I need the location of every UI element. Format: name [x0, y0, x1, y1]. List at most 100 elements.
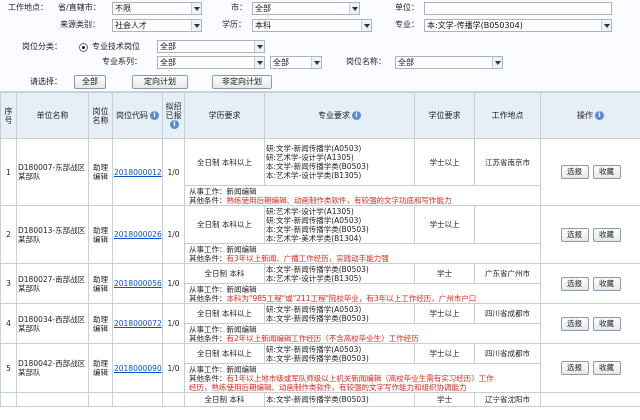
position-code-link[interactable]: 2018000026: [114, 230, 162, 239]
position-name-select[interactable]: 全部: [395, 56, 503, 69]
major-label: 专业：: [395, 20, 419, 29]
other-conditions: 有1年以上地市级或军队师级以上机关新闻编辑（高校毕业生需有实习经历）工作: [226, 373, 494, 383]
row-plan: [162, 392, 185, 407]
major-select[interactable]: 本:文学-传播学(B050304): [424, 19, 612, 32]
row-location: 四川省成都市: [474, 343, 541, 364]
chevron-down-icon: [492, 57, 502, 68]
position-code-link[interactable]: 2018000012: [114, 168, 162, 177]
category-radio-label: 专业技术岗位: [92, 42, 140, 51]
row-code-cell: 2018000026: [112, 205, 163, 264]
header-plan: 拟招已报i: [162, 92, 185, 139]
select-apply-button[interactable]: 选报: [560, 165, 589, 179]
row-unit: D180007-东部战区某部队: [16, 138, 89, 206]
row-major: 研:文学-新闻传播学(A0503) 研:艺术学-设计学(A1305) 本:文学-…: [264, 138, 415, 186]
select-apply-button[interactable]: 选报: [560, 361, 589, 375]
chevron-down-icon: [191, 20, 201, 31]
unit-input[interactable]: [424, 2, 612, 15]
position-code-link[interactable]: 2018000056: [114, 279, 162, 288]
position-code-link[interactable]: 2018000090: [114, 364, 162, 373]
series-select-1[interactable]: 全部: [157, 56, 265, 69]
other-conditions: 本科为"985工程"或"211工程"院校毕业，有3年以上工作经历，广州市户口: [226, 293, 477, 303]
info-icon[interactable]: i: [150, 111, 159, 120]
major-item: 本:艺术学-设计学类(B1305): [266, 171, 362, 180]
row-position: 助理编辑: [88, 205, 113, 264]
row-code-cell: 2018000072: [112, 303, 163, 344]
row-plan: 1/0: [162, 205, 185, 264]
position-code-link[interactable]: 2018000072: [114, 319, 162, 328]
row-position: 助理编辑: [88, 263, 113, 304]
choose-label: 请选择：: [30, 77, 62, 86]
major-item: 研:艺术学-设计学(A1305): [266, 153, 354, 162]
series-select-2[interactable]: 全部: [270, 56, 322, 69]
favorite-button[interactable]: 收藏: [592, 361, 621, 375]
table-row: 4 D180034-西部战区某部队 助理编辑 2018000072 1/0 全日…: [0, 303, 640, 344]
row-conditions: 从事工作：新闻编辑 其他条件：本科为"985工程"或"211工程"院校毕业，有3…: [184, 283, 541, 304]
source-select[interactable]: 社会人才: [112, 19, 202, 32]
row-plan: 1/0: [162, 343, 185, 393]
row-no: 1: [0, 138, 17, 206]
row-conditions: 从事工作：新闻编辑 其他条件：有2年以上新闻编辑工作经历（不含高校毕业生）工作经…: [184, 323, 541, 344]
row-degree: 学士: [414, 263, 475, 284]
province-select[interactable]: 不限: [112, 2, 202, 15]
source-label: 来源类别：: [60, 20, 100, 29]
other-conditions-cont: 经历，熟练使用后期编辑、动画制作类软件，有较强的文字写作能力和组织协调能力: [189, 382, 467, 392]
row-degree: 学士以上: [414, 138, 475, 186]
table-row: 全日制 本科 本:文学-新闻传播学类(B0503) 学士 辽宁省沈阳市: [0, 392, 640, 407]
header-no: 序号: [0, 92, 17, 139]
row-position: 助理编辑: [88, 138, 113, 206]
row-actions: 选报 收藏: [540, 343, 640, 393]
row-position: [88, 392, 113, 407]
row-unit: [16, 392, 89, 407]
info-icon[interactable]: i: [170, 120, 179, 129]
row-code-cell: 2018000056: [112, 263, 163, 304]
category-radio[interactable]: [79, 43, 88, 52]
province-label: 省/直辖市：: [58, 3, 101, 12]
major-item: 本:文学-新闻传播学类(B0503): [266, 353, 369, 363]
education-label: 学历：: [222, 20, 246, 29]
row-major: 本:文学-新闻传播学类(B0503): [264, 392, 415, 407]
row-actions: 选报 收藏: [540, 263, 640, 304]
education-select[interactable]: 本科: [252, 19, 372, 32]
row-major: 研:艺术学-设计学(A1305) 研:文学-新闻传播学(A0503) 本:文学-…: [264, 205, 415, 244]
select-apply-button[interactable]: 选报: [560, 276, 589, 291]
category-select[interactable]: 全部: [157, 40, 265, 53]
info-icon[interactable]: i: [352, 111, 361, 120]
row-location: 广东省广州市: [474, 263, 541, 284]
info-icon[interactable]: i: [595, 111, 604, 120]
row-degree: 学士以上: [414, 205, 475, 244]
series-select-2-value: 全部: [273, 58, 289, 67]
select-apply-button[interactable]: 选报: [560, 227, 589, 242]
major-item: 本:文学-新闻传播学类(B0503): [266, 224, 369, 234]
row-location: 辽宁省沈阳市: [474, 392, 541, 407]
row-location: [474, 205, 541, 244]
header-major-label: 专业要求: [318, 111, 350, 120]
targeted-plan-button[interactable]: 定向计划: [132, 75, 188, 89]
other-label: 其他条件：: [189, 253, 227, 263]
category-select-value: 全部: [160, 42, 176, 51]
city-select[interactable]: 全部: [252, 2, 360, 15]
header-position: 岗位名称: [88, 92, 113, 139]
select-apply-button[interactable]: 选报: [560, 316, 589, 331]
header-edu: 学历要求: [184, 92, 265, 139]
chevron-down-icon: [361, 20, 371, 31]
favorite-button[interactable]: 收藏: [592, 276, 621, 291]
row-no: 3: [0, 263, 17, 304]
major-item: 本:艺术学-设计学类(B1305): [266, 273, 362, 283]
row-edu: 全日制 本科: [184, 392, 265, 407]
positions-table: 序号 单位名称 岗位名称 岗位代码 i 拟招已报i 学历要求 专业要求 i 学位要求…: [0, 92, 640, 407]
chevron-down-icon: [601, 20, 611, 31]
plan-all-button[interactable]: 全部: [74, 75, 106, 89]
favorite-button[interactable]: 收藏: [592, 165, 621, 179]
other-conditions: 有2年以上新闻编辑工作经历（不含高校毕业生）工作经历: [226, 333, 419, 343]
untargeted-plan-button[interactable]: 非定向计划: [212, 75, 272, 89]
major-item: 研:文学-新闻传播学(A0503): [266, 215, 362, 225]
favorite-button[interactable]: 收藏: [592, 227, 621, 242]
city-label: 市：: [231, 3, 247, 12]
favorite-button[interactable]: 收藏: [592, 316, 621, 331]
position-name-label: 岗位名称：: [346, 57, 386, 66]
row-actions: [540, 392, 640, 407]
work-text: 从事工作：新闻编辑: [189, 364, 257, 374]
row-major: 研:文学-新闻传播学(A0503) 本:文学-新闻传播学类(B0503): [264, 303, 415, 324]
other-label: 其他条件：: [189, 195, 227, 205]
row-no: 5: [0, 343, 17, 393]
